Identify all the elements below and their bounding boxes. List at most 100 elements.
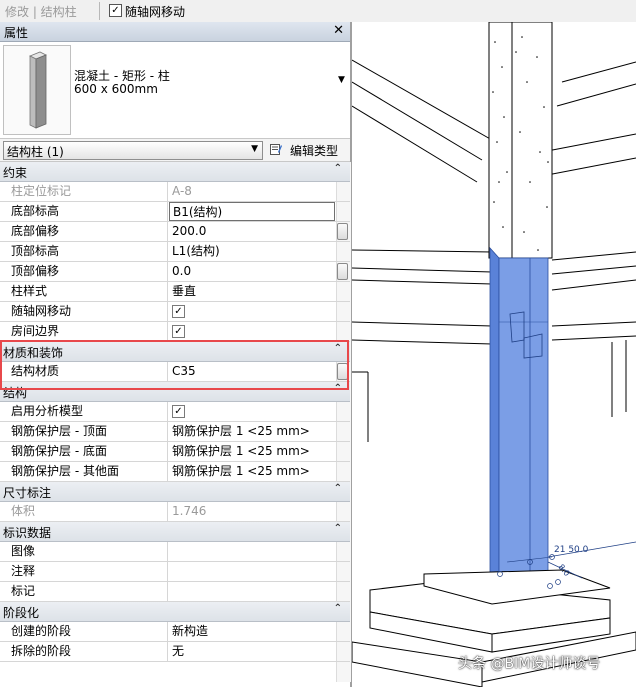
property-row: 钢筋保护层 - 底面 钢筋保护层 1 <25 mm> bbox=[0, 442, 350, 462]
move-with-grids-label: 随轴网移动 bbox=[125, 5, 186, 19]
group-header[interactable]: 材质和装饰 ⌃ bbox=[0, 342, 350, 362]
panel-title-bar: 属性 ✕ bbox=[0, 22, 350, 42]
property-row: 体积 1.746 bbox=[0, 502, 350, 522]
property-checkbox[interactable]: ✓ bbox=[172, 325, 185, 338]
property-name: 底部标高 bbox=[0, 202, 168, 221]
property-row: 柱定位标记 A-8 bbox=[0, 182, 350, 202]
property-value[interactable]: 0.0 bbox=[169, 262, 335, 281]
property-value[interactable]: 新构造 bbox=[169, 622, 335, 641]
property-value[interactable] bbox=[169, 542, 335, 561]
property-row: 顶部标高 L1(结构) bbox=[0, 242, 350, 262]
properties-panel: 属性 ✕ 混凝土 - 矩形 - 柱 600 x 600mm ▼ 结构柱 (1) … bbox=[0, 22, 352, 687]
property-name: 柱样式 bbox=[0, 282, 168, 301]
property-value[interactable]: 无 bbox=[169, 642, 335, 661]
property-name: 注释 bbox=[0, 562, 168, 581]
property-value[interactable]: B1(结构) bbox=[169, 202, 335, 221]
property-name: 柱定位标记 bbox=[0, 182, 168, 201]
property-checkbox[interactable]: ✓ bbox=[172, 405, 185, 418]
property-value[interactable]: 钢筋保护层 1 <25 mm> bbox=[169, 442, 335, 461]
type-selector[interactable]: 混凝土 - 矩形 - 柱 600 x 600mm ▼ bbox=[0, 42, 350, 139]
property-checkbox[interactable]: ✓ bbox=[172, 305, 185, 318]
property-name: 体积 bbox=[0, 502, 168, 521]
property-name: 结构材质 bbox=[0, 362, 168, 381]
edit-type-label: 编辑类型 bbox=[290, 144, 339, 158]
property-value[interactable]: 钢筋保护层 1 <25 mm> bbox=[169, 462, 335, 481]
browse-button[interactable] bbox=[337, 223, 348, 240]
property-value[interactable]: 钢筋保护层 1 <25 mm> bbox=[169, 422, 335, 441]
property-row: 房间边界 ✓ bbox=[0, 322, 350, 342]
property-row: 随轴网移动 ✓ bbox=[0, 302, 350, 322]
collapse-icon[interactable]: ⌃ bbox=[334, 163, 342, 174]
property-value: 1.746 bbox=[172, 504, 207, 518]
instance-row: 结构柱 (1) ▼ 编辑类型 bbox=[0, 139, 350, 162]
browse-button[interactable] bbox=[337, 263, 348, 280]
group-name: 材质和装饰 bbox=[3, 346, 64, 360]
group-header[interactable]: 结构 ⌃ bbox=[0, 382, 350, 402]
property-name: 标记 bbox=[0, 582, 168, 601]
collapse-icon[interactable]: ⌃ bbox=[334, 343, 342, 354]
property-name: 拆除的阶段 bbox=[0, 642, 168, 661]
property-name: 钢筋保护层 - 底面 bbox=[0, 442, 168, 461]
group-header[interactable]: 尺寸标注 ⌃ bbox=[0, 482, 350, 502]
toolbar-divider bbox=[99, 2, 100, 20]
property-name: 房间边界 bbox=[0, 322, 168, 341]
property-row: 创建的阶段 新构造 bbox=[0, 622, 350, 642]
group-name: 尺寸标注 bbox=[3, 486, 52, 500]
instance-filter-dropdown[interactable]: 结构柱 (1) ▼ bbox=[3, 141, 263, 160]
property-row: 图像 bbox=[0, 542, 350, 562]
chevron-down-icon[interactable]: ▼ bbox=[251, 144, 258, 154]
collapse-icon[interactable]: ⌃ bbox=[334, 603, 342, 614]
close-icon[interactable]: ✕ bbox=[333, 23, 344, 38]
browse-button[interactable] bbox=[337, 363, 348, 380]
property-value[interactable]: 200.0 bbox=[169, 222, 335, 241]
group-name: 标识数据 bbox=[3, 526, 52, 540]
property-value: A-8 bbox=[172, 184, 192, 198]
property-row: 注释 bbox=[0, 562, 350, 582]
property-name: 底部偏移 bbox=[0, 222, 168, 241]
group-header[interactable]: 阶段化 ⌃ bbox=[0, 602, 350, 622]
property-row: 标记 bbox=[0, 582, 350, 602]
property-row: 钢筋保护层 - 顶面 钢筋保护层 1 <25 mm> bbox=[0, 422, 350, 442]
property-row: 底部偏移 200.0 bbox=[0, 222, 350, 242]
property-value[interactable]: 垂直 bbox=[169, 282, 335, 301]
property-value[interactable] bbox=[169, 582, 335, 601]
collapse-icon[interactable]: ⌃ bbox=[334, 523, 342, 534]
property-value[interactable]: L1(结构) bbox=[169, 242, 335, 261]
property-row: 柱样式 垂直 bbox=[0, 282, 350, 302]
collapse-icon[interactable]: ⌃ bbox=[334, 383, 342, 394]
property-row: 拆除的阶段无 bbox=[0, 642, 350, 662]
property-row: 底部标高 B1(结构) bbox=[0, 202, 350, 222]
breadcrumb: 修改 | 结构柱 bbox=[5, 5, 77, 19]
properties-grid: 约束 ⌃ 柱定位标记 A-8 底部标高 B1(结构) 底部偏移 200.0 顶部标高 L1(结构)… bbox=[0, 162, 351, 682]
group-name: 阶段化 bbox=[3, 606, 40, 620]
property-name: 创建的阶段 bbox=[0, 622, 168, 641]
move-with-grids-checkbox[interactable]: ✓ bbox=[109, 4, 122, 17]
edit-type-button[interactable]: 编辑类型 bbox=[268, 140, 344, 159]
property-row: 顶部偏移 0.0 bbox=[0, 262, 350, 282]
property-name: 顶部偏移 bbox=[0, 262, 168, 281]
type-size: 600 x 600mm bbox=[74, 82, 158, 96]
panel-title: 属性 bbox=[4, 26, 29, 40]
property-name: 钢筋保护层 - 其他面 bbox=[0, 462, 168, 481]
property-name: 钢筋保护层 - 顶面 bbox=[0, 422, 168, 441]
property-name: 顶部标高 bbox=[0, 242, 168, 261]
property-value[interactable]: ✓ bbox=[169, 302, 335, 321]
property-name: 启用分析模型 bbox=[0, 402, 168, 421]
property-value[interactable]: ✓ bbox=[169, 402, 335, 421]
property-name: 随轴网移动 bbox=[0, 302, 168, 321]
options-bar: 修改 | 结构柱 ✓ 随轴网移动 bbox=[0, 0, 636, 23]
dimension-label: 21 50.0 bbox=[554, 545, 589, 555]
property-value[interactable] bbox=[169, 562, 335, 581]
property-row: 钢筋保护层 - 其他面 钢筋保护层 1 <25 mm> bbox=[0, 462, 350, 482]
3d-viewport[interactable]: 21 50.0 8.0 bbox=[352, 22, 636, 687]
instance-filter-value: 结构柱 (1) bbox=[7, 145, 64, 159]
property-value[interactable]: ✓ bbox=[169, 322, 335, 341]
model-drawing: 21 50.0 8.0 bbox=[352, 22, 636, 687]
property-value[interactable]: C35 bbox=[169, 362, 335, 381]
property-row: 结构材质 C35 bbox=[0, 362, 350, 382]
group-header[interactable]: 标识数据 ⌃ bbox=[0, 522, 350, 542]
collapse-icon[interactable]: ⌃ bbox=[334, 483, 342, 494]
chevron-down-icon[interactable]: ▼ bbox=[338, 75, 345, 85]
edit-type-icon bbox=[270, 144, 282, 155]
group-header[interactable]: 约束 ⌃ bbox=[0, 162, 350, 182]
